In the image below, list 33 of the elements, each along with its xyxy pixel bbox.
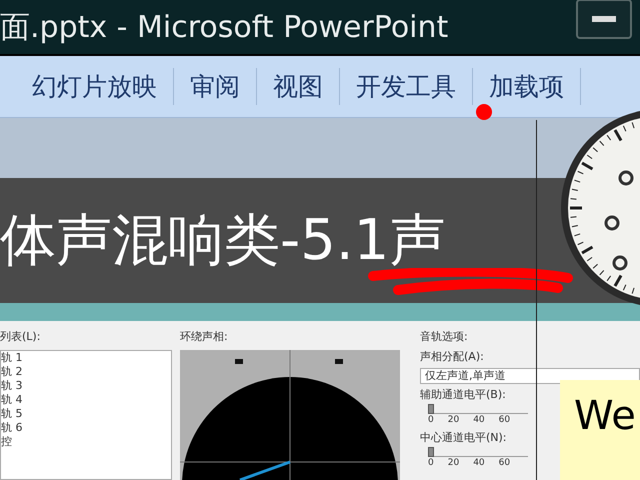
ribbon-tab[interactable]: 审阅 — [174, 68, 257, 106]
tick-label: 0 — [428, 456, 434, 470]
slider-thumb[interactable] — [428, 404, 434, 414]
surround-label: 环绕声相: — [180, 329, 229, 345]
track-item[interactable]: 轨 1 — [1, 350, 171, 364]
tick-label: 60 — [498, 414, 510, 426]
track-item[interactable]: 轨 3 — [1, 378, 171, 392]
ribbon-tab[interactable]: 视图 — [257, 68, 340, 106]
ribbon-tab[interactable]: 开发工具 — [340, 68, 473, 106]
track-item[interactable]: 控 — [1, 434, 171, 448]
track-item[interactable]: 轨 5 — [1, 406, 171, 420]
track-item[interactable]: 轨 2 — [1, 364, 171, 378]
tick-label: 20 — [448, 456, 460, 470]
tick-label: 0 — [428, 414, 434, 426]
tick-label: 40 — [473, 456, 485, 470]
track-item[interactable]: 轨 4 — [1, 392, 171, 406]
window-title: 面.pptx - Microsoft PowerPoint — [0, 8, 448, 46]
track-item[interactable]: 轨 6 — [1, 420, 171, 434]
note-text: We — [574, 393, 636, 439]
pan-label: 声相分配(A): — [420, 348, 485, 364]
slider-thumb[interactable] — [428, 446, 434, 456]
list-label: 列表(L): — [0, 329, 42, 345]
tick-label: 40 — [473, 414, 485, 426]
minimize-button[interactable] — [576, 0, 632, 39]
ribbon-tab[interactable]: 幻灯片放映 — [16, 68, 174, 106]
tick-label: 20 — [448, 414, 460, 426]
slider-label: 中心通道电平(N): — [420, 430, 508, 446]
minimize-icon — [592, 16, 616, 22]
slider-label: 辅助通道电平(B): — [420, 387, 507, 403]
options-label: 音轨选项: — [420, 329, 469, 345]
tick-label: 60 — [498, 456, 510, 470]
pan-dropdown[interactable]: 仅左声道,单声道 — [420, 368, 640, 384]
slide-title: 体声混响类-5.1声 — [0, 206, 446, 274]
